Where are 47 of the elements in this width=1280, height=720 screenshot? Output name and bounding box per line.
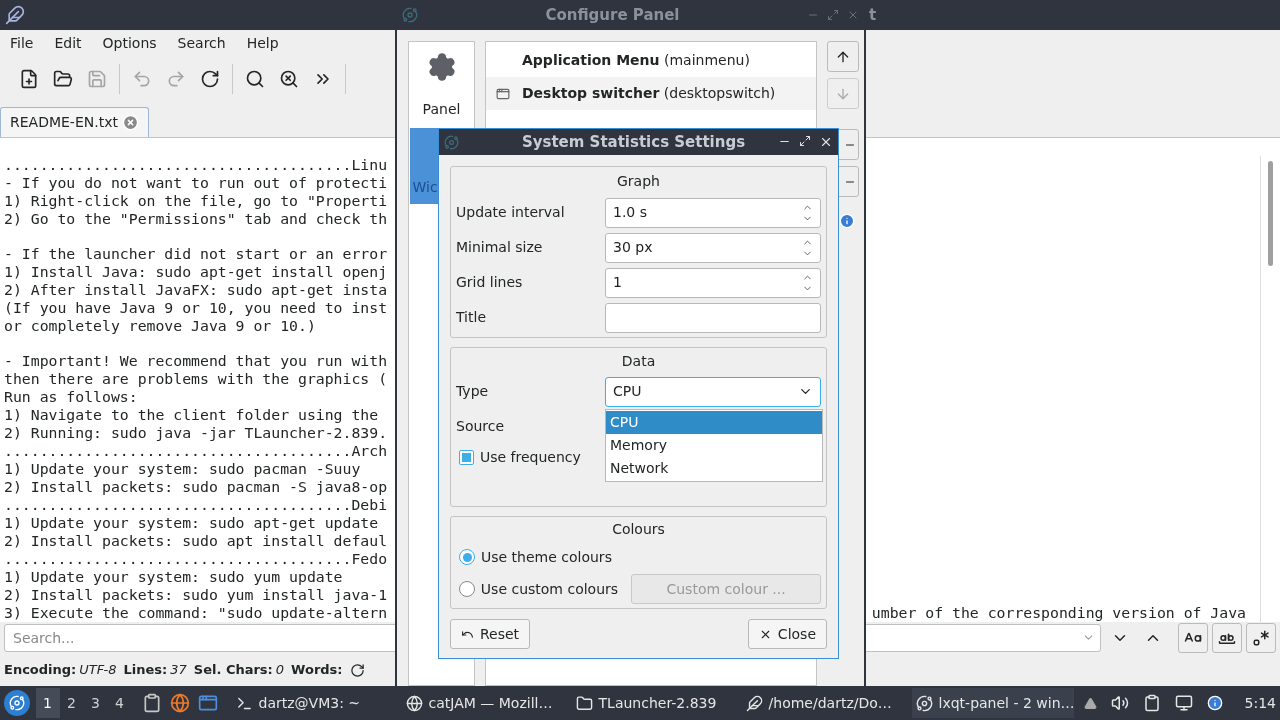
- text-line: or completely remove Java 9 or 10.): [4, 317, 316, 335]
- text-line: 1) Install Java: sudo apt-get install openj: [4, 263, 388, 281]
- window-title: Configure Panel: [544, 4, 681, 26]
- text-line: then there are problems with the graphics (: [4, 370, 388, 388]
- window-title: System Statistics Settings: [520, 131, 747, 153]
- field-label: Grid lines: [456, 273, 523, 292]
- window-title: t: [869, 4, 877, 26]
- text-line: 1) Update your system: sudo yum update: [4, 568, 343, 586]
- text-line: 2) Install packets: sudo apt install defaul: [4, 532, 388, 550]
- text-line: Run as follows:: [4, 388, 138, 406]
- group-title: Colours: [611, 520, 666, 539]
- text-line: 2) Running: sudo java -jar TLauncher-2.839.: [4, 424, 388, 442]
- status-value: 37: [170, 661, 187, 680]
- radio-label: Use custom colours: [480, 579, 620, 599]
- text-line: 1) Navigate to the client folder using the: [4, 406, 379, 424]
- text-line: 1) Update your system: sudo pacman -Suuy: [4, 460, 361, 478]
- field-label: Title: [456, 308, 486, 327]
- text-line: 3) Execute the command: "sudo update-altern: [4, 604, 388, 622]
- text-line: 2) Go to the "Permissions" tab and check th: [4, 210, 388, 228]
- status-label: Lines:: [123, 661, 168, 680]
- status-label: Words:: [291, 661, 343, 680]
- status-value: 0: [275, 661, 285, 680]
- text-line: .......................................Linu: [4, 156, 388, 174]
- text-line: umber of the corresponding version of Java: [871, 604, 1246, 622]
- status-label: Sel. Chars:: [193, 661, 273, 680]
- text-line: (If you have Java 9 or 10, you need to inst: [4, 299, 388, 317]
- field-label: Minimal size: [456, 238, 543, 257]
- group-title: Graph: [616, 172, 661, 191]
- text-line: - If you do not want to run out of protecti: [4, 174, 388, 192]
- radio-label: Use theme colours: [481, 547, 613, 567]
- text-line: 1) Update your system: sudo apt-get update: [4, 514, 379, 532]
- text-line: 2) Install packets: sudo pacman -S java8-op: [4, 478, 388, 496]
- status-value: UTF-8: [79, 661, 117, 680]
- text-line: .......................................Arch: [4, 442, 388, 460]
- field-label: Source: [456, 417, 505, 436]
- checkbox-label: Use frequency: [480, 447, 581, 467]
- text-line: - If the launcher did not start or an error: [4, 245, 388, 263]
- text-line: 2) Install packets: sudo yum install java-1: [4, 586, 388, 604]
- text-line: 1) Right-click on the file, go to "Properti: [4, 192, 388, 210]
- field-label: Type: [456, 382, 489, 401]
- text-line: .......................................Debi: [4, 496, 388, 514]
- text-line: - Important! We recommend that you run with: [4, 352, 388, 370]
- field-label: Update interval: [456, 203, 565, 222]
- group-title: Data: [620, 352, 657, 371]
- text-line: 2) After install JavaFX: sudo apt-get insta: [4, 281, 388, 299]
- text-line: .......................................Fedo: [4, 550, 388, 568]
- status-label: Encoding:: [4, 661, 77, 680]
